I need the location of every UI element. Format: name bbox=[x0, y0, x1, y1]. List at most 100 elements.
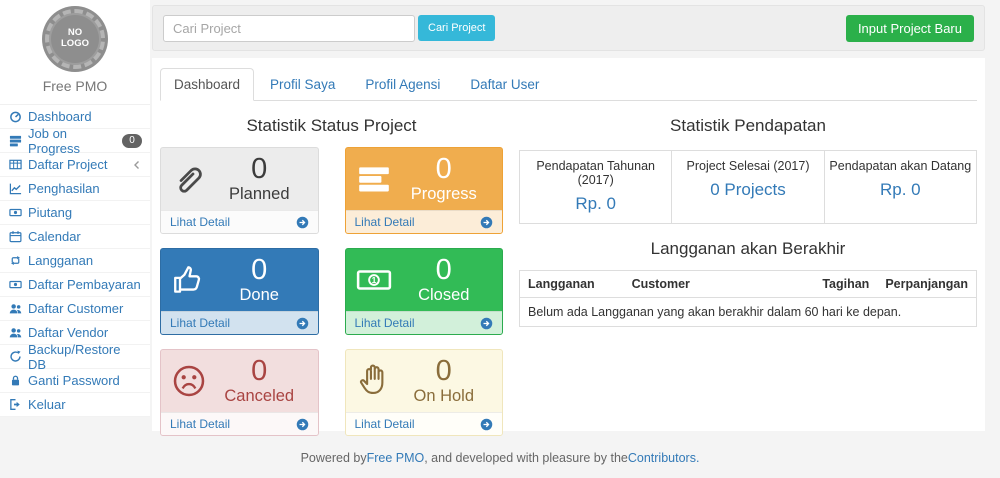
sidebar-item-daftar-pembayaran[interactable]: Daftar Pembayaran bbox=[0, 273, 150, 297]
dashboard-columns: Statistik Status Project 0 Planned bbox=[160, 101, 977, 436]
status-column: Statistik Status Project 0 Planned bbox=[160, 101, 503, 436]
tab-bar: Dashboard Profil Saya Profil Agensi Daft… bbox=[160, 68, 977, 101]
sidebar-item-job-on-progress[interactable]: Job on Progress 0 bbox=[0, 129, 150, 153]
subscription-table: Langganan Customer Tagihan Perpanjangan … bbox=[519, 270, 977, 327]
stat-value-link[interactable]: Rp. 0 bbox=[524, 194, 667, 214]
card-body: 0 Done bbox=[211, 255, 308, 305]
sidebar-item-label: Daftar Project bbox=[28, 157, 107, 172]
arrow-circle-right-icon bbox=[296, 418, 309, 431]
line-chart-icon bbox=[8, 182, 23, 196]
sign-out-icon bbox=[8, 398, 23, 412]
paperclip-icon bbox=[171, 161, 211, 197]
users-icon bbox=[8, 302, 23, 316]
sidebar-item-label: Keluar bbox=[28, 397, 66, 412]
input-project-baru-button[interactable]: Input Project Baru bbox=[846, 15, 974, 42]
done-count: 0 bbox=[211, 255, 308, 285]
tab-daftar-user[interactable]: Daftar User bbox=[456, 68, 553, 101]
brand-name: Free PMO bbox=[0, 78, 150, 94]
card-main: 0 Progress bbox=[346, 148, 503, 210]
search-button[interactable]: Cari Project bbox=[418, 15, 495, 41]
sidebar-item-label: Daftar Pembayaran bbox=[28, 277, 141, 292]
done-lihat-detail-link[interactable]: Lihat Detail bbox=[161, 311, 318, 334]
arrow-circle-right-icon bbox=[480, 317, 493, 330]
progress-count: 0 bbox=[396, 154, 493, 184]
subscription-empty-row: Belum ada Langganan yang akan berakhir d… bbox=[520, 298, 977, 327]
sidebar-item-piutang[interactable]: Piutang bbox=[0, 201, 150, 225]
sidebar-item-label: Backup/Restore DB bbox=[28, 342, 142, 372]
sidebar-item-keluar[interactable]: Keluar bbox=[0, 393, 150, 417]
on-hold-label: On Hold bbox=[396, 387, 493, 406]
col-customer: Customer bbox=[624, 271, 815, 298]
closed-lihat-detail-link[interactable]: Lihat Detail bbox=[346, 311, 503, 334]
progress-lihat-detail-link[interactable]: Lihat Detail bbox=[346, 210, 503, 233]
tab-profil-saya[interactable]: Profil Saya bbox=[256, 68, 349, 101]
hand-icon bbox=[356, 363, 396, 399]
search-input[interactable] bbox=[163, 15, 415, 42]
refresh-icon bbox=[8, 350, 23, 364]
page-footer: Powered by Free PMO, and developed with … bbox=[0, 437, 1000, 478]
stat-label: Pendapatan akan Datang bbox=[829, 159, 972, 173]
sidebar-item-backup-restore-db[interactable]: Backup/Restore DB bbox=[0, 345, 150, 369]
sidebar-item-label: Penghasilan bbox=[28, 181, 100, 196]
arrow-circle-right-icon bbox=[480, 418, 493, 431]
lihat-detail-label: Lihat Detail bbox=[355, 316, 415, 330]
sidebar-item-label: Ganti Password bbox=[28, 373, 120, 388]
sidebar: NO LOGO Free PMO Dashboard Job on Progre… bbox=[0, 0, 150, 417]
sidebar-item-daftar-customer[interactable]: Daftar Customer bbox=[0, 297, 150, 321]
closed-label: Closed bbox=[396, 286, 493, 305]
tab-dashboard[interactable]: Dashboard bbox=[160, 68, 254, 101]
income-section-title: Statistik Pendapatan bbox=[519, 116, 977, 136]
card-body: 0 On Hold bbox=[396, 356, 493, 406]
tab-profil-agensi[interactable]: Profil Agensi bbox=[351, 68, 454, 101]
sidebar-item-label: Job on Progress bbox=[28, 126, 117, 156]
lihat-detail-label: Lihat Detail bbox=[170, 417, 230, 431]
status-card-canceled: 0 Canceled Lihat Detail bbox=[160, 349, 319, 436]
card-main: 1 0 Closed bbox=[346, 249, 503, 311]
subscription-section-title: Langganan akan Berakhir bbox=[519, 239, 977, 259]
arrow-circle-right-icon bbox=[296, 216, 309, 229]
closed-count: 0 bbox=[396, 255, 493, 285]
sidebar-item-ganti-password[interactable]: Ganti Password bbox=[0, 369, 150, 393]
sidebar-item-penghasilan[interactable]: Penghasilan bbox=[0, 177, 150, 201]
card-main: 0 Done bbox=[161, 249, 318, 311]
svg-text:1: 1 bbox=[371, 275, 376, 285]
card-body: 0 Closed bbox=[396, 255, 493, 305]
no-logo-badge: NO LOGO bbox=[45, 9, 105, 69]
users-icon bbox=[8, 326, 23, 340]
arrow-circle-right-icon bbox=[296, 317, 309, 330]
card-body: 0 Planned bbox=[211, 154, 308, 204]
sidebar-item-label: Daftar Vendor bbox=[28, 325, 108, 340]
sidebar-item-label: Dashboard bbox=[28, 109, 92, 124]
stat-value-link[interactable]: Rp. 0 bbox=[829, 180, 972, 200]
main-area: Cari Project Input Project Baru Dashboar… bbox=[152, 5, 985, 431]
no-logo-text: NO LOGO bbox=[58, 28, 92, 50]
sidebar-item-label: Piutang bbox=[28, 205, 72, 220]
tasks-icon bbox=[8, 134, 23, 148]
sidebar-item-label: Langganan bbox=[28, 253, 93, 268]
lock-icon bbox=[8, 374, 23, 388]
status-card-on-hold: 0 On Hold Lihat Detail bbox=[345, 349, 504, 436]
lihat-detail-label: Lihat Detail bbox=[170, 316, 230, 330]
contributors-link[interactable]: Contributors. bbox=[628, 451, 700, 465]
stat-pendapatan-akan-datang: Pendapatan akan Datang Rp. 0 bbox=[824, 151, 976, 223]
free-pmo-link[interactable]: Free PMO bbox=[367, 451, 425, 465]
status-card-done: 0 Done Lihat Detail bbox=[160, 248, 319, 335]
planned-lihat-detail-link[interactable]: Lihat Detail bbox=[161, 210, 318, 233]
table-icon bbox=[8, 158, 23, 172]
sidebar-item-langganan[interactable]: Langganan bbox=[0, 249, 150, 273]
progress-label: Progress bbox=[396, 185, 493, 204]
money-icon bbox=[8, 278, 23, 292]
planned-count: 0 bbox=[211, 154, 308, 184]
stat-value-link[interactable]: 0 Projects bbox=[676, 180, 819, 200]
canceled-lihat-detail-link[interactable]: Lihat Detail bbox=[161, 412, 318, 435]
sidebar-item-calendar[interactable]: Calendar bbox=[0, 225, 150, 249]
lihat-detail-label: Lihat Detail bbox=[170, 215, 230, 229]
brand: NO LOGO Free PMO bbox=[0, 0, 150, 104]
on-hold-lihat-detail-link[interactable]: Lihat Detail bbox=[346, 412, 503, 435]
stat-label: Pendapatan Tahunan (2017) bbox=[524, 159, 667, 187]
free-pmo-dashboard-page: NO LOGO Free PMO Dashboard Job on Progre… bbox=[0, 0, 1000, 478]
subscription-header-row: Langganan Customer Tagihan Perpanjangan bbox=[520, 271, 977, 298]
sidebar-item-daftar-project[interactable]: Daftar Project bbox=[0, 153, 150, 177]
money-icon: 1 bbox=[356, 262, 396, 298]
tasks-icon bbox=[356, 161, 396, 197]
